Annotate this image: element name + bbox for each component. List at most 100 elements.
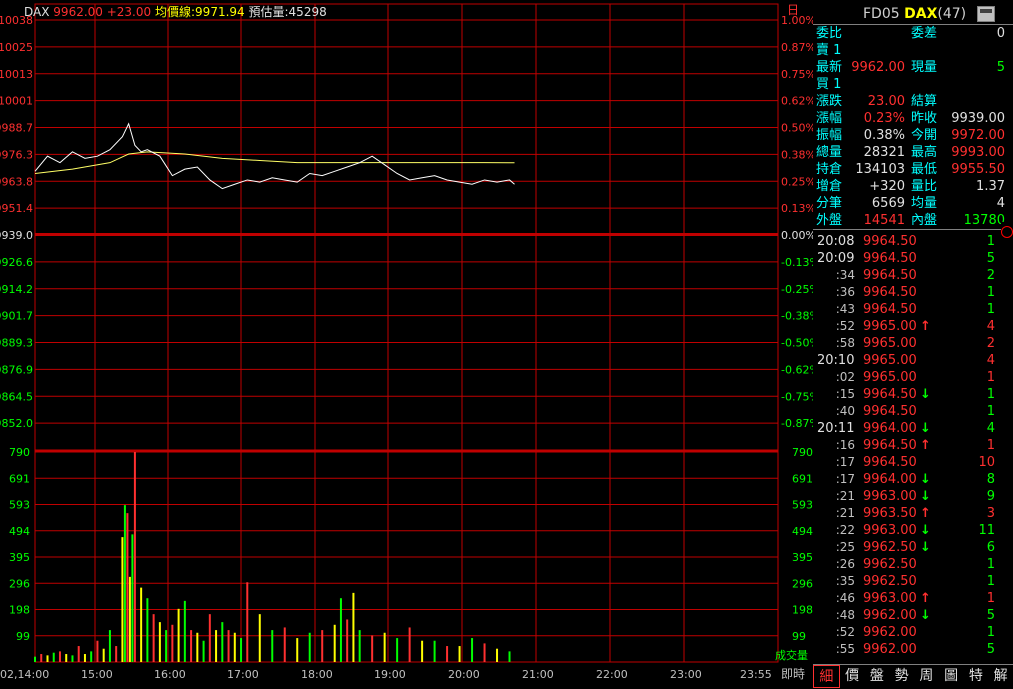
tick-price: 9965.00 <box>863 336 917 351</box>
tick-time: :15 <box>835 387 855 401</box>
tick-row[interactable]: 20:11 9964.00 ↓ 4 <box>813 420 1013 437</box>
price-tick-label: 10025 <box>0 41 33 54</box>
time-tick-label: 19:00 <box>374 668 406 681</box>
tick-row[interactable]: :02 9965.00 1 <box>813 369 1013 386</box>
tab-6[interactable]: 特 <box>964 665 989 688</box>
tick-time: 20:08 <box>817 234 855 249</box>
tick-qty: 11 <box>978 523 995 538</box>
quote-value-2: 1.37 <box>976 179 1005 194</box>
tick-time: 20:11 <box>817 421 855 436</box>
pct-tick-label: -0.50% <box>781 337 813 350</box>
chart-header: DAX 9962.00 +23.00 均價線:9971.94 預估量:45298 <box>24 3 327 20</box>
tick-price: 9964.50 <box>863 455 917 470</box>
tick-row[interactable]: :16 9964.50 ↑ 1 <box>813 437 1013 454</box>
pct-tick-label: 0.87% <box>781 41 813 54</box>
tick-row[interactable]: :48 9962.00 ↓ 5 <box>813 607 1013 624</box>
quote-label: 漲幅 <box>816 111 843 126</box>
tick-qty: 5 <box>986 251 995 266</box>
quote-label: 最新 <box>816 60 843 75</box>
tick-row[interactable]: 20:08 9964.50 1 <box>813 233 1013 250</box>
pct-tick-label: -0.25% <box>781 283 813 296</box>
quote-row-bid: 買 1 <box>813 76 1005 93</box>
tick-price: 9963.00 <box>863 489 917 504</box>
scroll-up-icon[interactable] <box>1001 226 1013 238</box>
tick-row[interactable]: :25 9962.50 ↓ 6 <box>813 539 1013 556</box>
tick-row[interactable]: :52 9965.00 ↑ 4 <box>813 318 1013 335</box>
tick-row[interactable]: :55 9962.00 5 <box>813 641 1013 654</box>
tick-row[interactable]: :34 9964.50 2 <box>813 267 1013 284</box>
tab-0[interactable]: 細 <box>813 665 840 688</box>
arrow-up-icon: ↑ <box>920 506 931 521</box>
tick-qty: 1 <box>986 625 995 640</box>
tick-time: :17 <box>835 472 855 486</box>
tick-row[interactable]: :46 9963.00 ↑ 1 <box>813 590 1013 607</box>
tick-qty: 1 <box>986 574 995 589</box>
plot-frame <box>34 3 779 663</box>
tick-row[interactable]: :21 9963.50 ↑ 3 <box>813 505 1013 522</box>
quote-value: 23.00 <box>867 94 905 109</box>
tick-price: 9964.50 <box>863 404 917 419</box>
quote-label: 增倉 <box>816 179 843 194</box>
intraday-chart[interactable]: 100381002510013100019988.79976.39963.899… <box>0 0 813 687</box>
tick-row[interactable]: :43 9964.50 1 <box>813 301 1013 318</box>
tick-row[interactable]: :35 9962.50 1 <box>813 573 1013 590</box>
tick-price: 9964.00 <box>863 472 917 487</box>
tick-time: 20:09 <box>817 251 855 266</box>
tick-price: 9963.00 <box>863 523 917 538</box>
tab-5[interactable]: 圖 <box>939 665 964 688</box>
tick-row[interactable]: :40 9964.50 1 <box>813 403 1013 420</box>
quote-row: 增倉 +320 量比 1.37 <box>813 178 1005 195</box>
quote-value: 0.38% <box>863 128 905 143</box>
calculator-icon[interactable] <box>977 6 995 22</box>
quote-label: 委比 <box>816 26 843 41</box>
scrollbar[interactable] <box>1001 222 1013 662</box>
quote-label: 持倉 <box>816 162 843 177</box>
tick-time: :55 <box>835 642 855 654</box>
tick-qty: 8 <box>986 472 995 487</box>
tab-1[interactable]: 價 <box>840 665 865 688</box>
tab-2[interactable]: 盤 <box>865 665 890 688</box>
tick-row[interactable]: 20:09 9964.50 5 <box>813 250 1013 267</box>
tick-row[interactable]: :17 9964.50 10 <box>813 454 1013 471</box>
tick-row[interactable]: :52 9962.00 1 <box>813 624 1013 641</box>
tick-qty: 1 <box>986 438 995 453</box>
vol-tick-label-right: 296 <box>792 577 813 590</box>
tick-row[interactable]: :26 9962.50 1 <box>813 556 1013 573</box>
header-avg-value: :9971.94 <box>191 5 245 19</box>
vol-tick-label-right: 395 <box>792 551 813 564</box>
tick-row[interactable]: :22 9963.00 ↓ 11 <box>813 522 1013 539</box>
tick-time: :26 <box>835 557 855 571</box>
price-tick-label: 9864.5 <box>0 390 33 403</box>
tick-price: 9964.50 <box>863 438 917 453</box>
tick-list[interactable]: 20:08 9964.50 1 20:09 9964.50 5:34 9964.50 2:36… <box>813 232 1013 654</box>
tick-row[interactable]: :36 9964.50 1 <box>813 284 1013 301</box>
quote-label: 振幅 <box>816 128 843 143</box>
tick-row[interactable]: :58 9965.00 2 <box>813 335 1013 352</box>
quote-value: +320 <box>869 179 905 194</box>
quote-label: 總量 <box>816 145 843 160</box>
arrow-down-icon: ↓ <box>920 387 931 402</box>
tab-7[interactable]: 解 <box>988 665 1013 688</box>
tab-4[interactable]: 周 <box>914 665 939 688</box>
tab-3[interactable]: 勢 <box>889 665 914 688</box>
tick-time: :21 <box>835 489 855 503</box>
quote-value: 134103 <box>855 162 905 177</box>
tick-price: 9964.50 <box>863 268 917 283</box>
pct-tick-label: 0.50% <box>781 122 813 135</box>
arrow-down-icon: ↓ <box>920 608 931 623</box>
tick-row[interactable]: :15 9964.50 ↓ 1 <box>813 386 1013 403</box>
quote-row: 漲幅 0.23% 昨收 9939.00 <box>813 110 1005 127</box>
vol-tick-label: 790 <box>9 446 30 459</box>
period-label: 日 <box>787 3 799 17</box>
tick-price: 9965.00 <box>863 370 917 385</box>
time-tick-label: 20:00 <box>448 668 480 681</box>
tick-time: :21 <box>835 506 855 520</box>
tick-row[interactable]: :17 9964.00 ↓ 8 <box>813 471 1013 488</box>
quote-row: 持倉 134103 最低 9955.50 <box>813 161 1005 178</box>
vol-tick-label-right: 198 <box>792 604 813 617</box>
price-tick-label: 9901.7 <box>0 310 33 323</box>
tick-row[interactable]: :21 9963.00 ↓ 9 <box>813 488 1013 505</box>
tick-row[interactable]: 20:10 9965.00 4 <box>813 352 1013 369</box>
vol-axis-label: 成交量 <box>775 648 808 662</box>
tick-price: 9964.50 <box>863 285 917 300</box>
